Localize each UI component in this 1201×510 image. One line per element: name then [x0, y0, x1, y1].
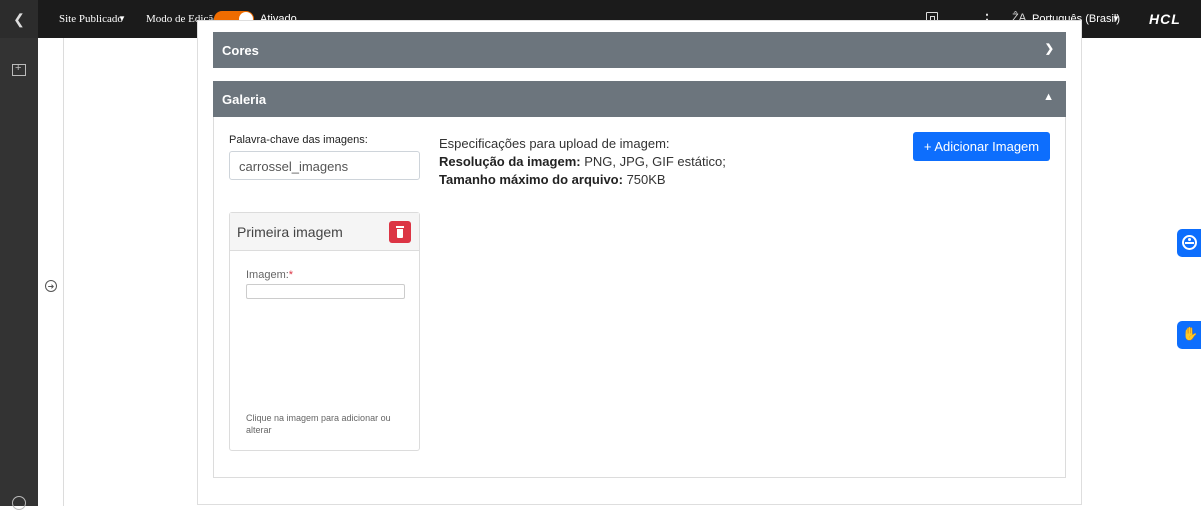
caret-down-icon[interactable]: ▼: [118, 14, 126, 23]
globe-icon[interactable]: [12, 496, 26, 510]
keyword-label: Palavra-chave das imagens:: [229, 134, 368, 146]
caret-down-icon[interactable]: ▼: [1112, 14, 1120, 23]
add-image-button[interactable]: + Adicionar Imagem: [913, 132, 1050, 161]
trash-icon[interactable]: [389, 221, 411, 243]
spec-resolution: Resolução da imagem: PNG, JPG, GIF estát…: [439, 153, 726, 171]
upload-specs: Especificações para upload de imagem: Re…: [439, 135, 726, 189]
sign-language-button[interactable]: ✋: [1177, 321, 1201, 349]
left-rail: [0, 38, 38, 510]
image-card-title: Primeira imagem: [237, 224, 343, 240]
chevron-up-icon[interactable]: ▲: [1043, 91, 1054, 103]
site-status-dropdown[interactable]: Site Publicado: [59, 13, 123, 25]
spec-resolution-value: PNG, JPG, GIF estático;: [580, 154, 726, 169]
accessibility-button[interactable]: [1177, 229, 1201, 257]
required-mark: *: [288, 269, 294, 281]
image-field-label: Imagem:*: [246, 269, 293, 281]
image-label-text: Imagem:: [246, 269, 289, 281]
keyword-input[interactable]: carrossel_imagens: [229, 151, 420, 180]
hcl-logo: HCL: [1149, 11, 1181, 27]
chevron-left-icon[interactable]: ❮: [0, 0, 38, 38]
collapsed-side-panel: ➜: [38, 38, 64, 506]
accessibility-icon: [1182, 235, 1197, 250]
sign-language-hands-icon: ✋: [1182, 326, 1199, 341]
image-card: Primeira imagem Imagem:* Clique na image…: [229, 212, 420, 451]
image-hint: Clique na imagem para adicionar ou alter…: [246, 413, 391, 435]
image-upload-slot[interactable]: [246, 284, 405, 299]
spec-title: Especificações para upload de imagem:: [439, 136, 670, 151]
add-panel-icon[interactable]: [12, 62, 26, 76]
chevron-down-icon[interactable]: ❯: [1045, 42, 1054, 55]
trash-can: [397, 229, 403, 238]
spec-size-value: 750KB: [622, 172, 666, 187]
accordion-galeria-header[interactable]: Galeria ▲: [213, 81, 1066, 117]
spec-size-label: Tamanho máximo do arquivo:: [439, 172, 623, 187]
image-card-header: Primeira imagem: [230, 213, 419, 251]
arrow-right-circle-icon[interactable]: ➜: [45, 280, 57, 292]
accordion-cores-header[interactable]: Cores ❯: [213, 32, 1066, 68]
spec-resolution-label: Resolução da imagem:: [439, 154, 581, 169]
accordion-title: Galeria: [222, 92, 267, 107]
accordion-title: Cores: [222, 43, 259, 58]
trash-lid: [396, 226, 404, 228]
spec-size: Tamanho máximo do arquivo: 750KB: [439, 171, 726, 189]
